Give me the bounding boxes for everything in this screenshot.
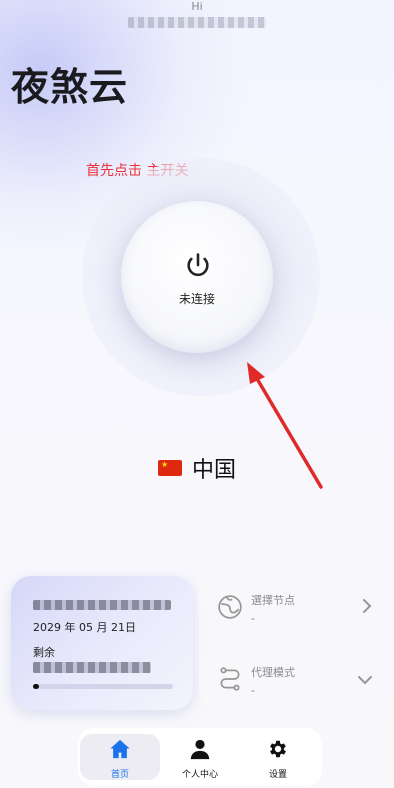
country-name: 中国 xyxy=(192,458,237,483)
app-title: 夜煞云 xyxy=(11,65,129,109)
select-node-row[interactable]: 選擇节点 - xyxy=(199,578,387,638)
china-flag-icon: ★ xyxy=(158,460,182,476)
bottom-nav: 首页 个人中心 设置 xyxy=(78,728,322,786)
gear-icon xyxy=(270,740,286,758)
proxy-mode-row[interactable]: 代理模式 - xyxy=(199,650,387,710)
user-email-redacted xyxy=(128,17,266,28)
node-label: 選擇节点 xyxy=(251,594,295,607)
traffic-progress-bar xyxy=(33,684,173,689)
node-value: - xyxy=(251,612,255,625)
power-toggle-button[interactable]: 未连接 xyxy=(121,201,273,353)
connection-status-label: 未连接 xyxy=(178,292,215,306)
route-icon xyxy=(220,667,240,691)
nav-profile[interactable]: 个人中心 xyxy=(160,734,240,780)
plan-name-redacted xyxy=(33,600,171,610)
remaining-traffic-redacted xyxy=(33,662,151,673)
nav-settings-label: 设置 xyxy=(268,770,287,780)
nav-profile-label: 个人中心 xyxy=(181,770,218,780)
side-panel: 選擇节点 - 代理模式 - xyxy=(199,576,387,710)
power-icon xyxy=(187,253,209,277)
subscription-card[interactable]: 2029 年 05 月 21日 剩余 xyxy=(11,576,193,710)
remaining-label: 剩余 xyxy=(33,646,55,659)
nav-home[interactable]: 首页 xyxy=(80,734,160,780)
proxy-mode-label: 代理模式 xyxy=(251,666,295,679)
chevron-down-icon xyxy=(358,676,372,685)
globe-icon xyxy=(218,595,242,619)
greeting: Hi xyxy=(191,0,203,13)
user-icon xyxy=(190,739,210,760)
chevron-right-icon xyxy=(363,599,372,613)
nav-home-label: 首页 xyxy=(110,770,129,780)
nav-settings[interactable]: 设置 xyxy=(238,734,318,780)
home-icon xyxy=(110,739,130,759)
expire-date: 2029 年 05 月 21日 xyxy=(33,621,136,634)
proxy-mode-value: - xyxy=(251,684,255,697)
traffic-progress-fill xyxy=(33,684,39,689)
country-selector[interactable]: ★ 中国 xyxy=(158,452,236,484)
